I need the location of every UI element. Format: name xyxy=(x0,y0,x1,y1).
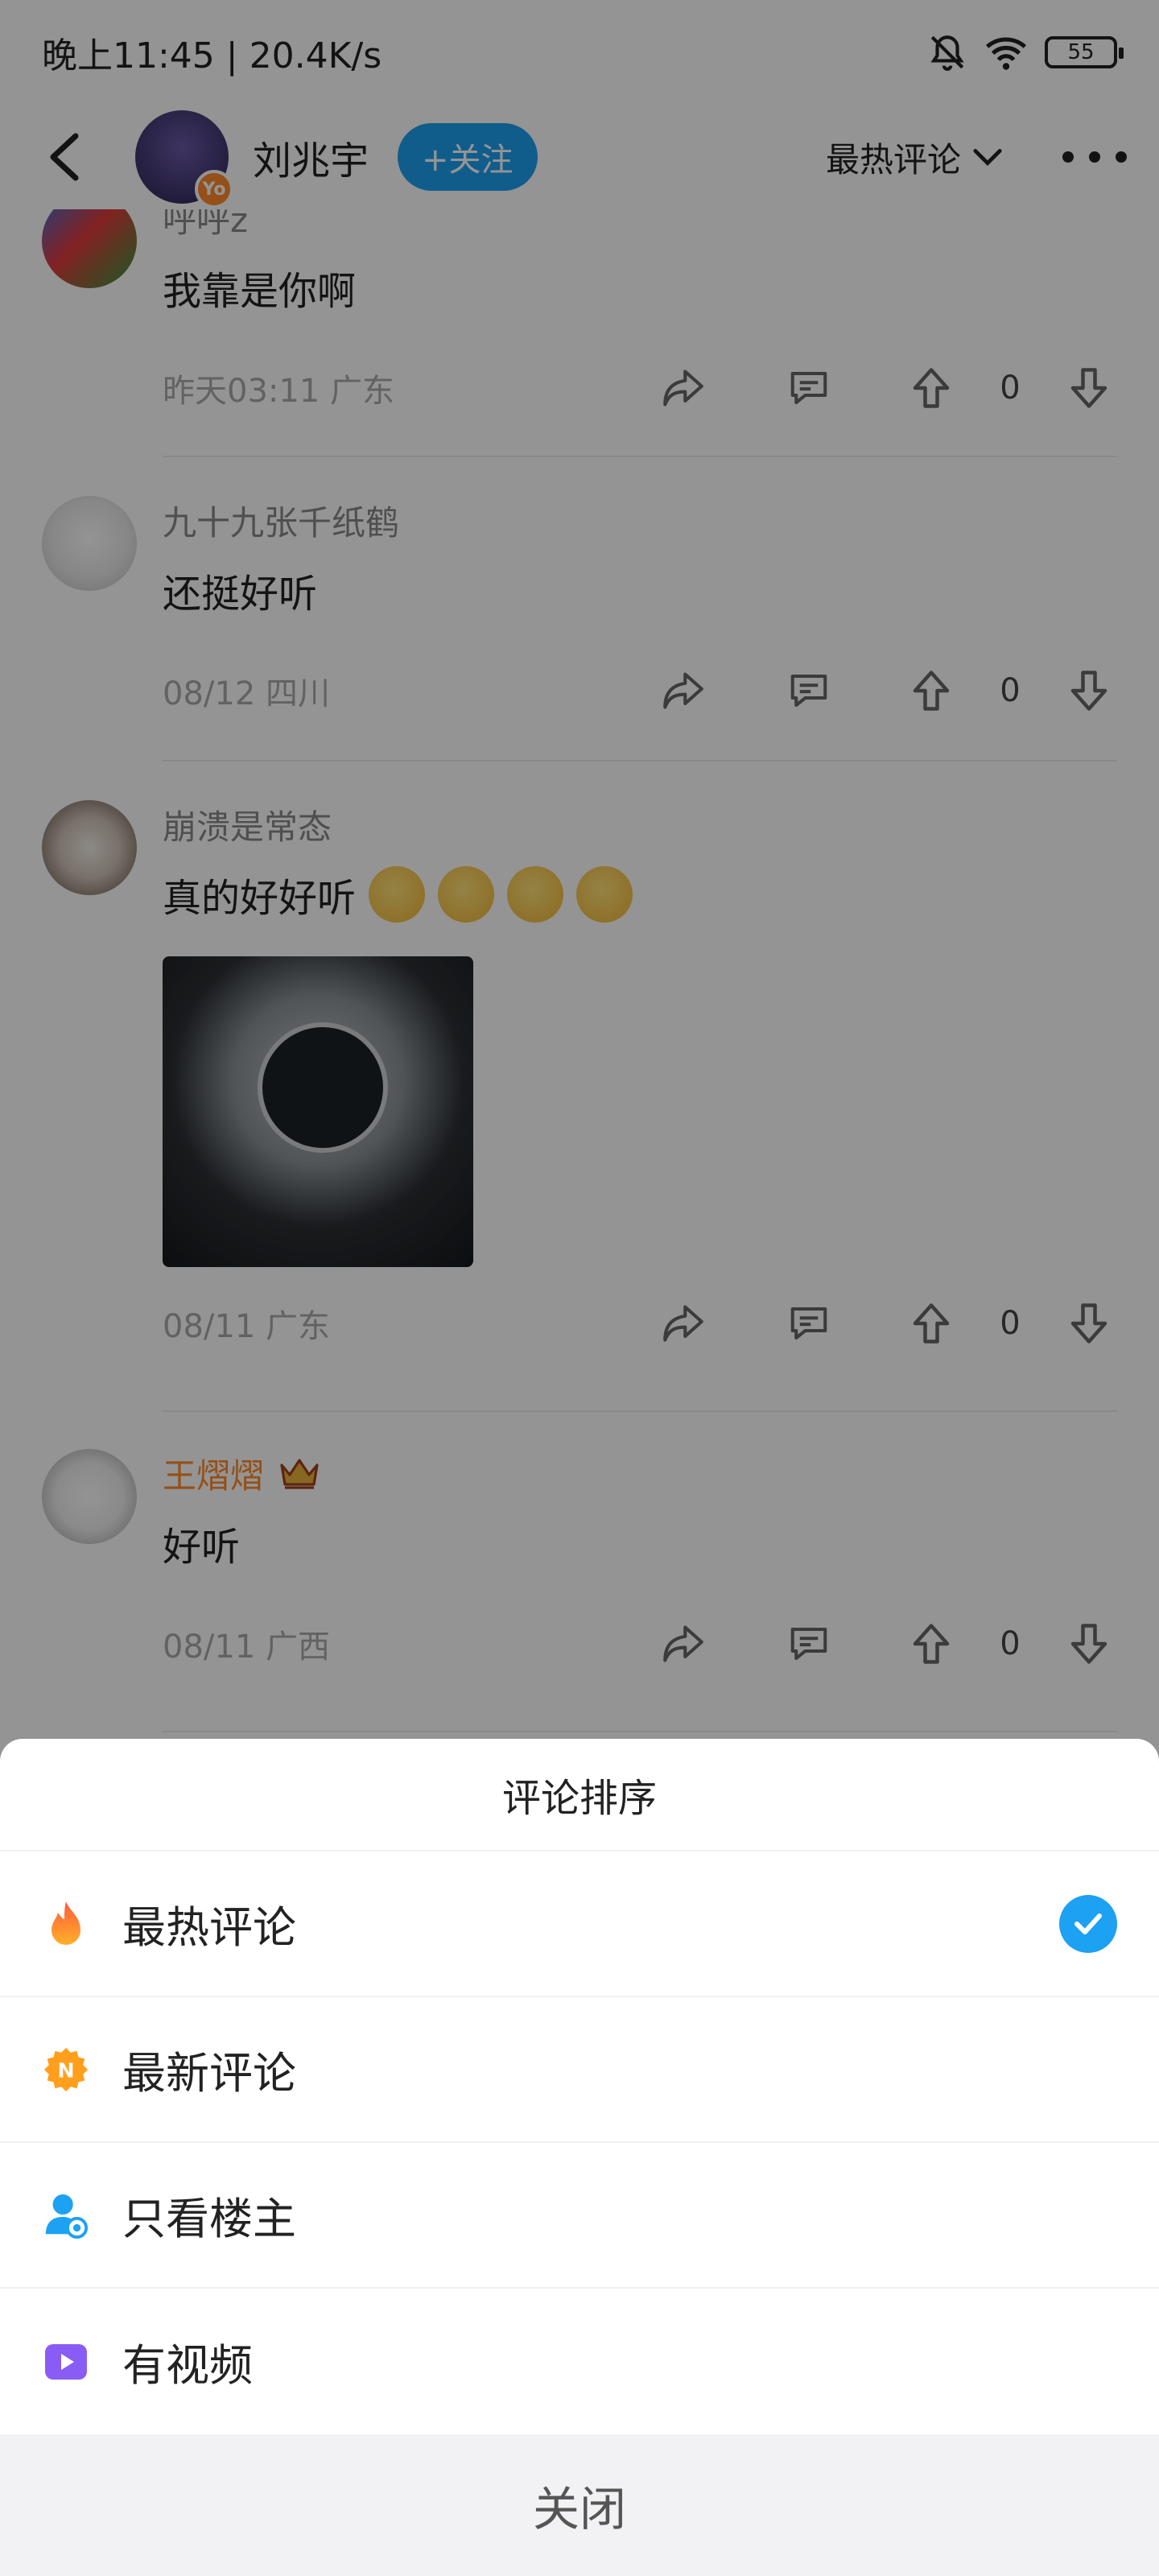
sort-option-new[interactable]: N 最新评论 xyxy=(0,1997,1159,2143)
svg-text:N: N xyxy=(57,2058,74,2082)
sort-option-video[interactable]: 有视频 xyxy=(0,2289,1159,2434)
sort-bottom-sheet: 评论排序 最热评论 N 最新评论 只看楼主 有视频 关闭 xyxy=(0,1739,1159,2576)
fire-icon xyxy=(42,1900,90,1948)
new-badge-icon: N xyxy=(42,2046,90,2094)
sheet-title: 评论排序 xyxy=(0,1739,1159,1852)
selected-check-icon xyxy=(1059,1894,1117,1953)
author-icon xyxy=(42,2191,90,2240)
sort-option-label: 最热评论 xyxy=(122,1902,296,1953)
sort-option-label: 最新评论 xyxy=(122,2048,296,2099)
video-icon xyxy=(42,2338,90,2386)
sort-option-hot[interactable]: 最热评论 xyxy=(0,1852,1159,1997)
sort-option-author-only[interactable]: 只看楼主 xyxy=(0,2143,1159,2289)
sort-option-label: 只看楼主 xyxy=(122,2194,296,2244)
close-button[interactable]: 关闭 xyxy=(0,2434,1159,2576)
sort-option-label: 有视频 xyxy=(122,2340,253,2391)
